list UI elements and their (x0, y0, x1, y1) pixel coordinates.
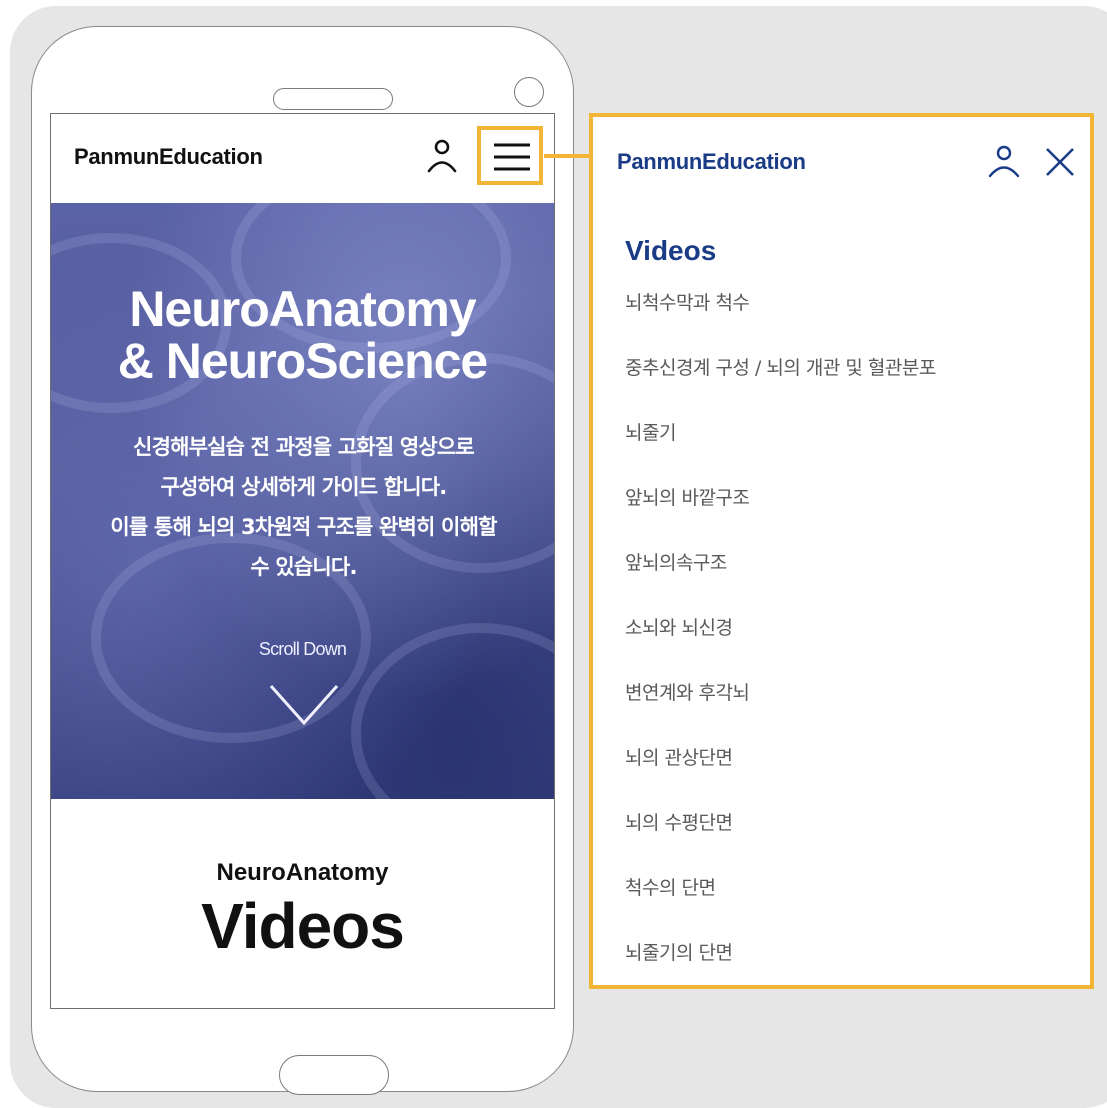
hero-description-line: 신경해부실습 전 과정을 고화질 영상으로 (133, 435, 475, 459)
callout-connector (544, 154, 592, 158)
navigation-drawer: PanmunEducation Videos 뇌척수막과 척수 중추신경계 구성… (589, 113, 1094, 989)
drawer-menu-item[interactable]: 척수의 단면 (625, 878, 936, 943)
drawer-brand-logo[interactable]: PanmunEducation (617, 149, 806, 175)
drawer-menu-item[interactable]: 변연계와 후각뇌 (625, 683, 936, 748)
drawer-menu-list: 뇌척수막과 척수 중추신경계 구성 / 뇌의 개관 및 혈관분포 뇌줄기 앞뇌의… (625, 293, 936, 1008)
drawer-menu-item[interactable]: 뇌의 관상단면 (625, 748, 936, 813)
drawer-menu-item[interactable]: 뇌줄기 (625, 423, 936, 488)
brand-logo[interactable]: PanmunEducation (74, 144, 263, 170)
drawer-menu-item[interactable]: 앞뇌의 바깥구조 (625, 488, 936, 553)
phone-speaker (273, 88, 393, 110)
phone-home-button[interactable] (279, 1055, 389, 1095)
drawer-section-title: Videos (625, 235, 717, 266)
hero-description-line: 구성하여 상세하게 가이드 합니다. (160, 475, 448, 499)
drawer-menu-item[interactable]: 소뇌와 뇌신경 (625, 618, 936, 683)
drawer-menu-item[interactable]: 뇌줄기의 단면 (625, 943, 936, 1008)
phone-screen: PanmunEducation NeuroAnatomy & NeuroScie… (50, 113, 555, 1009)
hero-banner: NeuroAnatomy & NeuroScience 신경해부실습 전 과정을… (51, 203, 554, 799)
section-title: Videos (201, 890, 405, 962)
drawer-menu-item[interactable]: 뇌의 수평단면 (625, 813, 936, 878)
hamburger-menu-icon (493, 142, 531, 172)
chevron-down-icon[interactable] (268, 683, 340, 727)
phone-camera (514, 77, 544, 107)
hero-title-line: NeuroAnatomy (129, 281, 476, 337)
site-header: PanmunEducation (51, 114, 554, 203)
menu-button[interactable] (477, 126, 543, 185)
videos-section: NeuroAnatomy Videos (51, 799, 554, 1008)
close-icon[interactable] (1045, 147, 1075, 177)
hero-description: 신경해부실습 전 과정을 고화질 영상으로 구성하여 상세하게 가이드 합니다.… (71, 427, 536, 587)
drawer-menu-item[interactable]: 중추신경계 구성 / 뇌의 개관 및 혈관분포 (625, 358, 936, 423)
hero-title-line: & NeuroScience (117, 333, 488, 389)
scroll-down-label[interactable]: Scroll Down (51, 639, 554, 660)
section-subtitle: NeuroAnatomy (216, 859, 389, 886)
user-icon[interactable] (426, 138, 458, 174)
hero-description-line: 수 있습니다. (250, 555, 357, 579)
user-icon[interactable] (987, 145, 1021, 179)
hero-title: NeuroAnatomy & NeuroScience (51, 283, 554, 387)
hero-description-line: 이를 통해 뇌의 3차원적 구조를 완벽히 이해할 (110, 515, 497, 539)
drawer-menu-item[interactable]: 앞뇌의속구조 (625, 553, 936, 618)
drawer-menu-item[interactable]: 뇌척수막과 척수 (625, 293, 936, 358)
